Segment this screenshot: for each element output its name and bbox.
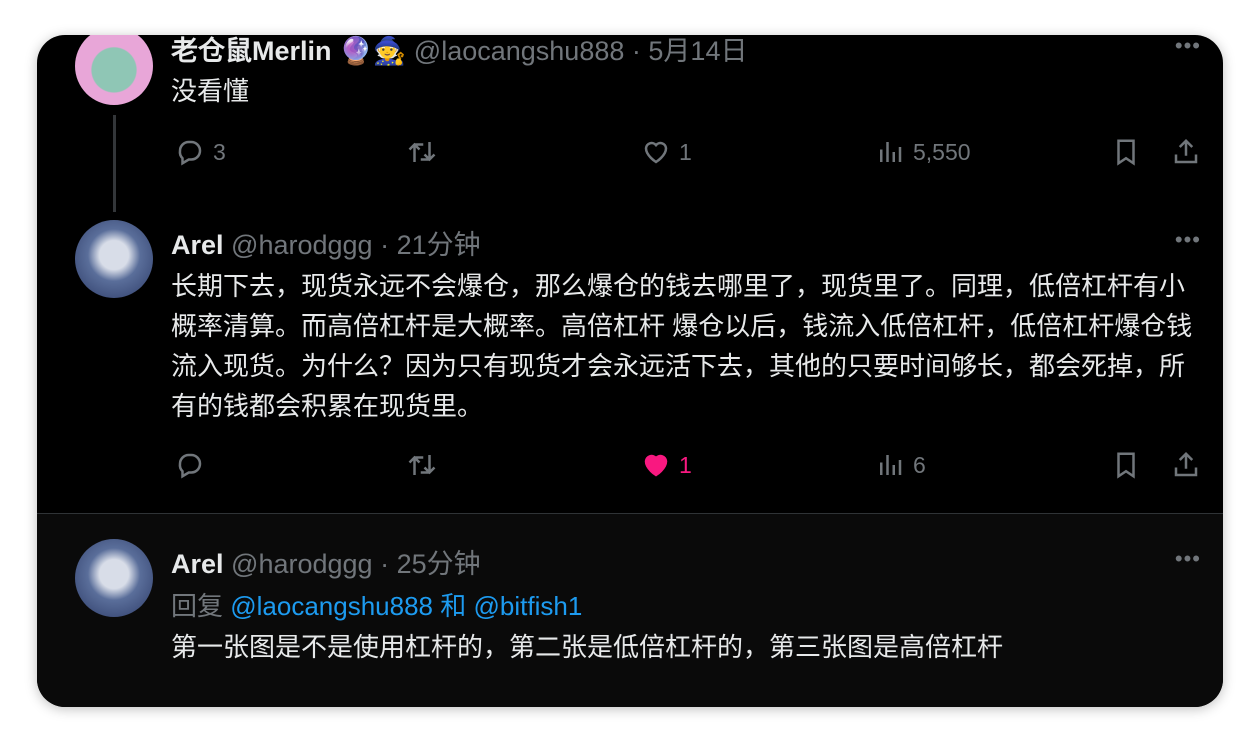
separator: · [380,549,390,579]
share-icon [1174,451,1198,477]
retweet-button[interactable] [407,450,437,480]
reply-icon [178,453,202,479]
like-count: 1 [679,451,692,478]
handle[interactable]: @harodggg [231,549,373,579]
separator: · [380,230,390,260]
view-count: 6 [913,451,926,478]
share-icon [1174,138,1198,164]
reply-icon [178,140,202,166]
tweet-text: 长期下去，现货永远不会爆仓，那么爆仓的钱去哪里了，现货里了。同理，低倍杠杆有小概… [171,271,1193,421]
handle[interactable]: @laocangshu888 [414,36,625,66]
heart-filled-icon [644,454,668,477]
tweet-header: Arel @harodggg · 21分钟 [171,223,481,262]
bookmark-button[interactable] [1111,137,1141,167]
avatar[interactable] [75,35,153,105]
retweet-icon [408,142,436,162]
view-count: 5,550 [913,138,971,165]
display-name[interactable]: Arel [171,549,224,579]
timestamp[interactable]: 5月14日 [648,36,747,66]
reply-button[interactable] [175,450,205,480]
action-bar: 1 6 [171,450,1211,486]
handle[interactable]: @harodggg [231,230,373,260]
reply-conjunction: 和 [440,591,467,621]
tweet-header: Arel @harodggg · 25分钟 [171,542,481,581]
bookmark-icon [1117,139,1135,166]
tweet-text: 没看懂 [171,76,250,106]
retweet-button[interactable] [407,137,437,167]
more-icon[interactable]: ••• [1175,227,1201,253]
thread-line [113,115,116,212]
retweet-icon [408,455,436,475]
views-icon [880,455,902,475]
reply-prefix: 回复 [171,591,224,621]
more-icon[interactable]: ••• [1175,35,1201,59]
like-button[interactable]: 1 [641,137,692,167]
timestamp[interactable]: 25分钟 [397,549,481,579]
tweet-text: 第一张图是不是使用杠杆的，第二张是低倍杠杆的，第三张图是高倍杠杆 [171,632,1004,662]
heart-icon [644,141,668,164]
timestamp[interactable]: 21分钟 [397,230,481,260]
action-bar: 3 1 5,550 [171,137,1211,173]
reply-count: 3 [213,138,226,165]
views-button[interactable]: 6 [875,450,926,480]
reply-button[interactable]: 3 [175,137,226,167]
display-name[interactable]: 老仓鼠Merlin [171,36,332,66]
tweet[interactable]: Arel @harodggg · 25分钟 ••• 回复 @laocangshu… [37,513,1223,707]
like-button[interactable]: 1 [641,450,692,480]
tweet-header: 老仓鼠Merlin 🔮🧙 @laocangshu888 · 5月14日 [171,35,747,68]
avatar[interactable] [75,539,153,617]
replying-to: 回复 @laocangshu888 和 @bitfish1 [171,586,582,623]
tweet-thread-card: 老仓鼠Merlin 🔮🧙 @laocangshu888 · 5月14日 ••• … [37,35,1223,707]
tweet[interactable]: Arel @harodggg · 21分钟 ••• 长期下去，现货永远不会爆仓，… [37,215,1223,513]
views-button[interactable]: 5,550 [875,137,971,167]
more-icon[interactable]: ••• [1175,546,1201,572]
share-button[interactable] [1171,137,1201,167]
display-name[interactable]: Arel [171,230,224,260]
separator: · [631,36,641,66]
tweet[interactable]: 老仓鼠Merlin 🔮🧙 @laocangshu888 · 5月14日 ••• … [37,35,1223,215]
mention-link[interactable]: @bitfish1 [474,591,583,621]
like-count: 1 [679,138,692,165]
profile-badges: 🔮🧙 [339,36,407,66]
bookmark-button[interactable] [1111,450,1141,480]
mention-link[interactable]: @laocangshu888 [230,591,433,621]
avatar[interactable] [75,220,153,298]
bookmark-icon [1117,452,1135,479]
views-icon [880,142,902,162]
share-button[interactable] [1171,450,1201,480]
